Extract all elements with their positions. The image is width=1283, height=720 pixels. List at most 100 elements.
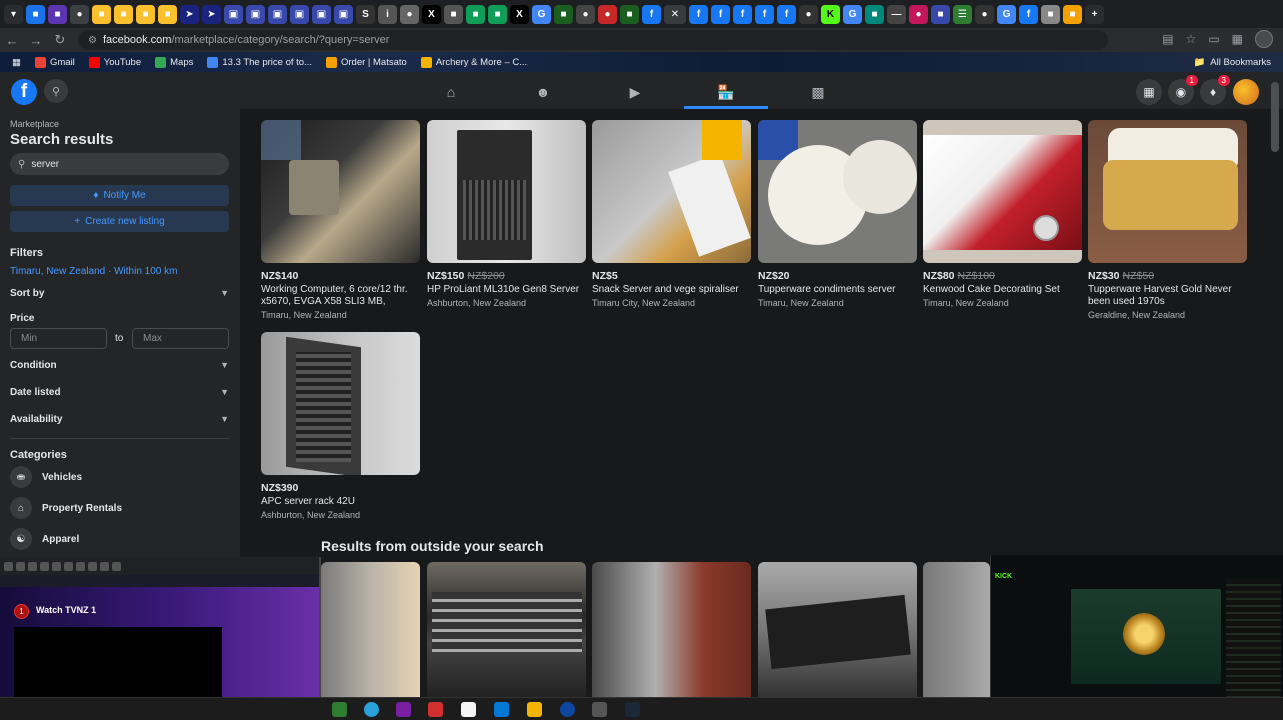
price-max-input[interactable]: Max xyxy=(132,328,229,349)
browser-tab[interactable]: f xyxy=(1019,4,1038,24)
active-tab-close-icon[interactable]: ✕ xyxy=(664,4,686,24)
bookmark-maps[interactable]: Maps xyxy=(155,56,193,68)
listing-card[interactable]: NZ$390 APC server rack 42U Ashburton, Ne… xyxy=(261,332,420,520)
home-icon[interactable]: ⌂ xyxy=(409,78,493,106)
file-explorer-icon[interactable] xyxy=(527,702,542,717)
browser-tab[interactable]: X xyxy=(510,4,529,24)
outside-listing-photo[interactable] xyxy=(923,562,990,697)
taskbar-app-icon[interactable] xyxy=(592,702,607,717)
page-scrollbar[interactable] xyxy=(1271,82,1279,152)
notifications-bell-icon[interactable]: ♦ 3 xyxy=(1200,75,1230,105)
listing-card[interactable]: NZ$150 NZ$200 HP ProLiant ML310e Gen8 Ser… xyxy=(427,120,586,308)
browser-tab[interactable]: ● xyxy=(598,4,617,24)
listing-card[interactable]: NZ$30 NZ$50 Tupperware Harvest Gold Never… xyxy=(1088,120,1247,320)
browser-tab[interactable]: ➤ xyxy=(202,4,221,24)
facebook-search-icon[interactable]: ⚲ xyxy=(44,79,68,103)
taskbar-app-icon[interactable] xyxy=(428,702,443,717)
calendar-icon[interactable] xyxy=(461,702,476,717)
taskbar-app-icon[interactable] xyxy=(396,702,411,717)
category-vehicles[interactable]: ⛂ Vehicles xyxy=(10,466,82,488)
category-property-rentals[interactable]: ⌂ Property Rentals xyxy=(10,497,122,519)
extensions-icon[interactable]: ▭ xyxy=(1208,32,1219,46)
browser-tab[interactable]: ● xyxy=(576,4,595,24)
browser-tab[interactable]: ■ xyxy=(466,4,485,24)
browser-tab[interactable]: ▣ xyxy=(334,4,353,24)
listing-card[interactable]: NZ$140 Working Computer, 6 core/12 thr. … xyxy=(261,120,420,320)
all-bookmarks[interactable]: 📁 All Bookmarks xyxy=(1193,57,1271,68)
outside-listing-photo[interactable] xyxy=(321,562,420,697)
browser-profile-avatar[interactable] xyxy=(1255,30,1273,48)
browser-tab[interactable]: ■ xyxy=(136,4,155,24)
steam-icon[interactable] xyxy=(625,702,640,717)
listing-card[interactable]: NZ$5 Snack Server and vege spiraliser Ti… xyxy=(592,120,751,308)
sidepanel-icon[interactable]: ▦ xyxy=(1232,32,1243,46)
browser-tab[interactable]: f xyxy=(689,4,708,24)
facebook-logo[interactable]: f xyxy=(11,79,37,105)
notify-me-button[interactable]: ♦ Notify Me xyxy=(10,185,229,206)
browser-tab[interactable]: f xyxy=(755,4,774,24)
listing-photo[interactable] xyxy=(261,120,420,263)
taskbar-app-icon[interactable] xyxy=(560,702,575,717)
browser-tab[interactable]: ■ xyxy=(92,4,111,24)
bookmark-archery[interactable]: Archery & More – C... xyxy=(420,56,527,68)
telegram-icon[interactable] xyxy=(364,702,379,717)
reload-icon[interactable]: ↻ xyxy=(48,32,72,48)
outside-listing-photo[interactable] xyxy=(427,562,586,697)
browser-tab[interactable]: f xyxy=(642,4,661,24)
browser-tab[interactable]: ■ xyxy=(865,4,884,24)
browser-tab[interactable]: ■ xyxy=(26,4,45,24)
account-avatar[interactable] xyxy=(1233,79,1259,105)
outside-listing-photo[interactable] xyxy=(758,562,917,697)
browser-tab[interactable]: ■ xyxy=(114,4,133,24)
browser-tab[interactable]: ■ xyxy=(554,4,573,24)
price-min-input[interactable]: Min xyxy=(10,328,107,349)
listing-photo[interactable] xyxy=(427,120,586,263)
browser-tab[interactable]: ■ xyxy=(444,4,463,24)
marketplace-icon[interactable]: 🏪 xyxy=(684,78,768,109)
listing-card[interactable]: NZ$80 NZ$100 Kenwood Cake Decorating Set … xyxy=(923,120,1082,308)
bookmark-price[interactable]: 13.3 The price of to... xyxy=(207,56,312,68)
browser-tab[interactable]: ■ xyxy=(48,4,67,24)
browser-tab[interactable]: ▣ xyxy=(268,4,287,24)
listing-photo[interactable] xyxy=(592,120,751,263)
browser-tab[interactable]: ▣ xyxy=(312,4,331,24)
tvnz-overlay-window[interactable]: 1 Watch TVNZ 1 xyxy=(0,557,321,697)
browser-tab[interactable]: ▣ xyxy=(224,4,243,24)
browser-tab[interactable]: i xyxy=(378,4,397,24)
bookmark-matsato[interactable]: Order | Matsato xyxy=(325,56,407,68)
create-listing-button[interactable]: + Create new listing xyxy=(10,211,229,232)
browser-tab[interactable]: ● xyxy=(400,4,419,24)
breadcrumb[interactable]: Marketplace xyxy=(10,119,59,129)
bookmark-youtube[interactable]: YouTube xyxy=(88,56,141,68)
condition-dropdown[interactable]: Condition ▼ xyxy=(10,360,229,371)
browser-tab[interactable]: G xyxy=(997,4,1016,24)
taskbar-app-icon[interactable] xyxy=(332,702,347,717)
kick-overlay-window[interactable]: KICK xyxy=(990,555,1283,700)
browser-tab[interactable]: G xyxy=(532,4,551,24)
browser-tab[interactable]: ■ xyxy=(1041,4,1060,24)
browser-tab[interactable]: ● xyxy=(909,4,928,24)
gaming-icon[interactable]: ▩ xyxy=(776,78,860,106)
back-icon[interactable]: ← xyxy=(0,33,24,48)
browser-tab[interactable]: ● xyxy=(975,4,994,24)
video-player[interactable] xyxy=(14,627,222,697)
browser-tab[interactable]: ■ xyxy=(620,4,639,24)
outlook-icon[interactable] xyxy=(494,702,509,717)
browser-tab[interactable]: ☰ xyxy=(953,4,972,24)
watch-tvnz-title[interactable]: Watch TVNZ 1 xyxy=(36,605,96,615)
browser-tab[interactable]: ■ xyxy=(1063,4,1082,24)
browser-tab[interactable]: ▣ xyxy=(290,4,309,24)
url-input[interactable]: ⚙ facebook.com /marketplace/category/sea… xyxy=(78,30,1108,50)
bookmark-gmail[interactable]: Gmail xyxy=(34,56,75,68)
new-tab-icon[interactable]: + xyxy=(1085,4,1104,24)
browser-tab[interactable]: ➤ xyxy=(180,4,199,24)
browser-tab[interactable]: f xyxy=(777,4,796,24)
browser-tab[interactable]: ■ xyxy=(158,4,177,24)
browser-tab[interactable]: ● xyxy=(799,4,818,24)
browser-tab[interactable]: — xyxy=(887,4,906,24)
listing-photo[interactable] xyxy=(261,332,420,475)
listing-photo[interactable] xyxy=(758,120,917,263)
sort-by-dropdown[interactable]: Sort by ▼ xyxy=(10,288,229,299)
date-listed-dropdown[interactable]: Date listed ▼ xyxy=(10,387,229,398)
browser-tab[interactable]: K xyxy=(821,4,840,24)
